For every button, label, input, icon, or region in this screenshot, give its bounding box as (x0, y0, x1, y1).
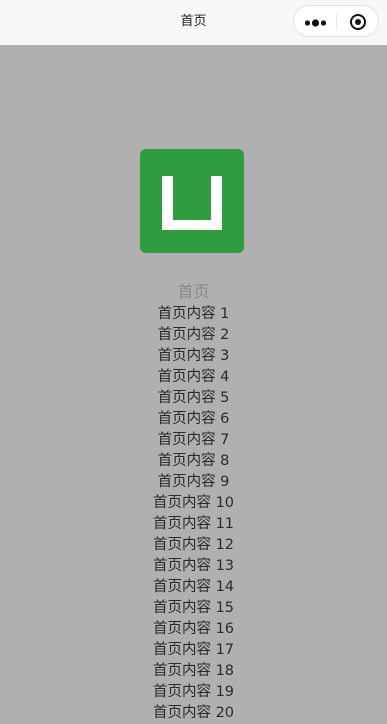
navigation-bar: 首页 (0, 0, 387, 45)
page-heading: 首页 (177, 282, 210, 301)
capsule-divider (336, 14, 337, 30)
list-item: 首页内容 17 (152, 642, 235, 658)
list-item: 首页内容 8 (157, 453, 230, 469)
list-item: 首页内容 19 (152, 684, 235, 700)
list-item: 首页内容 1 (157, 306, 230, 322)
app-logo-icon (140, 149, 244, 253)
list-item: 首页内容 9 (157, 474, 230, 490)
list-item: 首页内容 13 (152, 558, 235, 574)
list-item: 首页内容 20 (152, 705, 235, 721)
list-item: 首页内容 7 (157, 432, 230, 448)
menu-capsule (293, 5, 379, 37)
list-item: 首页内容 2 (157, 327, 230, 343)
list-item: 首页内容 11 (152, 516, 235, 532)
list-item: 首页内容 12 (152, 537, 235, 553)
close-target-icon[interactable] (349, 13, 367, 31)
list-item: 首页内容 18 (152, 663, 235, 679)
list-item: 首页内容 4 (157, 369, 230, 385)
list-item: 首页内容 6 (157, 411, 230, 427)
more-dots-icon[interactable] (304, 15, 328, 29)
page-content: 首页 首页内容 1 首页内容 2 首页内容 3 首页内容 4 首页内容 5 首页… (0, 45, 387, 724)
list-item: 首页内容 16 (152, 621, 235, 637)
list-item: 首页内容 14 (152, 579, 235, 595)
list-item: 首页内容 5 (157, 390, 230, 406)
list-item: 首页内容 3 (157, 348, 230, 364)
list-item: 首页内容 15 (152, 600, 235, 616)
content-list: 首页内容 1 首页内容 2 首页内容 3 首页内容 4 首页内容 5 首页内容 … (0, 304, 387, 724)
list-item: 首页内容 10 (152, 495, 235, 511)
